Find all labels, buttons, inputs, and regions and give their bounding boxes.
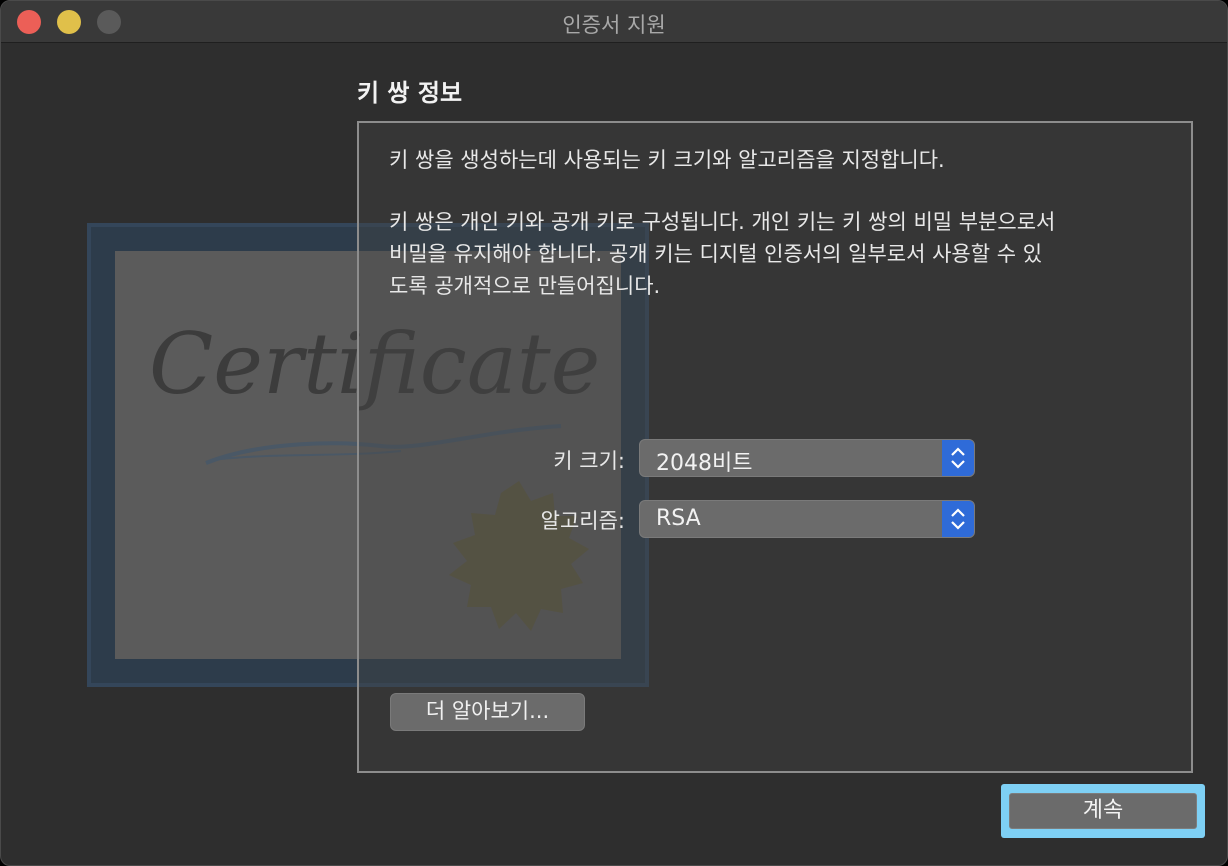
- algorithm-label: 알고리즘:: [540, 509, 625, 533]
- algorithm-popup[interactable]: RSA: [639, 500, 975, 538]
- key-size-value: 2048비트: [656, 451, 753, 476]
- algorithm-value: RSA: [656, 506, 701, 531]
- description-paragraph-2: 키 쌍은 개인 키와 공개 키로 구성됩니다. 개인 키는 키 쌍의 비밀 부분…: [389, 210, 1056, 298]
- up-down-chevron-icon: [951, 508, 965, 530]
- section-title: 키 쌍 정보: [357, 79, 463, 107]
- key-size-label: 키 크기:: [553, 449, 625, 473]
- certificate-assistant-window: 인증서 지원 Certificate 키 쌍 정보 키 쌍을 생성하는데 사용되…: [0, 0, 1228, 866]
- algorithm-stepper[interactable]: [942, 501, 974, 537]
- up-down-chevron-icon: [951, 447, 965, 469]
- key-size-stepper[interactable]: [942, 440, 974, 476]
- description-paragraph-1: 키 쌍을 생성하는데 사용되는 키 크기와 알고리즘을 지정합니다.: [389, 148, 945, 172]
- continue-button[interactable]: 계속: [1009, 793, 1197, 829]
- key-size-popup[interactable]: 2048비트: [639, 439, 975, 477]
- learn-more-button[interactable]: 더 알아보기...: [390, 693, 585, 731]
